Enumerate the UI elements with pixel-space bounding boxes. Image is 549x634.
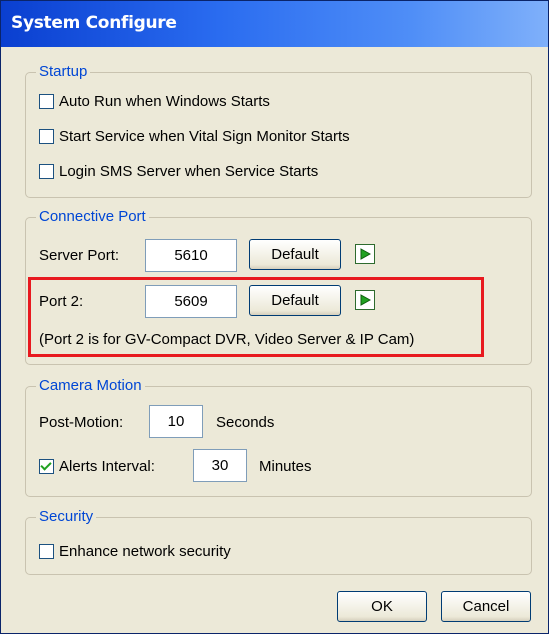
play-arrow-icon [360,294,371,306]
server-port-value: 5610 [174,247,208,264]
play-arrow-icon [360,248,371,260]
port2-value: 5609 [174,293,208,310]
server-port-input[interactable]: 5610 [145,239,237,272]
alerts-interval-checkbox[interactable] [39,459,54,474]
post-motion-unit: Seconds [216,414,275,431]
ok-button[interactable]: OK [337,591,427,622]
server-port-label: Server Port: [39,247,120,264]
camera-motion-group: Camera Motion [25,377,532,497]
port2-label: Port 2: [39,293,84,310]
enhance-security-option[interactable]: Enhance network security [39,543,231,560]
cancel-button-label: Cancel [462,598,510,615]
start-service-label: Start Service when Vital Sign Monitor St… [59,128,350,145]
alerts-interval-value: 30 [211,457,229,474]
start-service-checkbox[interactable] [39,129,54,144]
port2-input[interactable]: 5609 [145,285,237,318]
port2-note: (Port 2 is for GV-Compact DVR, Video Ser… [39,331,415,348]
connective-port-group-label: Connective Port [36,208,149,226]
enhance-security-checkbox[interactable] [39,544,54,559]
server-port-arrow-button[interactable] [355,244,375,264]
post-motion-label: Post-Motion: [39,414,124,431]
login-sms-checkbox[interactable] [39,164,54,179]
post-motion-input[interactable]: 10 [149,405,203,438]
auto-run-label: Auto Run when Windows Starts [59,93,270,110]
server-port-default-label: Default [271,246,319,263]
port2-arrow-button[interactable] [355,290,375,310]
port2-default-label: Default [271,292,319,309]
enhance-security-label: Enhance network security [59,543,231,560]
alerts-interval-option[interactable]: Alerts Interval: [39,458,155,475]
login-sms-option[interactable]: Login SMS Server when Service Starts [39,163,318,180]
cancel-button[interactable]: Cancel [441,591,531,622]
window-title: System Configure [11,13,177,33]
alerts-interval-label: Alerts Interval: [59,458,155,475]
auto-run-checkbox[interactable] [39,94,54,109]
security-group-label: Security [36,508,97,526]
system-configure-dialog: System Configure Startup Auto Run when W… [0,0,549,634]
login-sms-label: Login SMS Server when Service Starts [59,163,319,180]
server-port-default-button[interactable]: Default [249,239,341,270]
alerts-interval-input[interactable]: 30 [193,449,247,482]
camera-motion-group-label: Camera Motion [36,377,145,395]
auto-run-option[interactable]: Auto Run when Windows Starts [39,93,270,110]
ok-button-label: OK [371,598,393,615]
alerts-interval-unit: Minutes [259,458,312,475]
port2-default-button[interactable]: Default [249,285,341,316]
start-service-option[interactable]: Start Service when Vital Sign Monitor St… [39,128,350,145]
post-motion-value: 10 [167,413,185,430]
startup-group-label: Startup [36,63,91,81]
title-bar[interactable]: System Configure [1,1,548,47]
